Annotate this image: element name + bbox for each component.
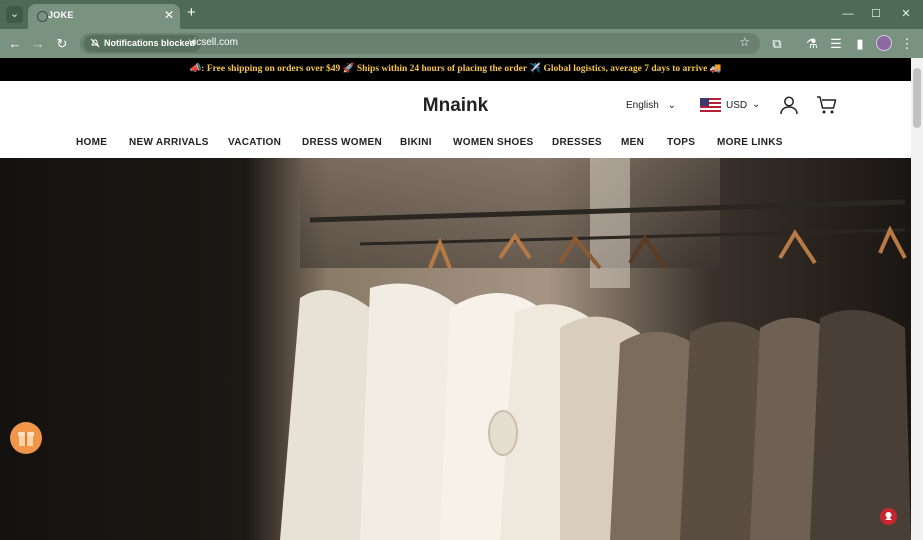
chevron-down-icon: ⌄	[9, 8, 20, 20]
window-close-icon[interactable]: ✕	[898, 6, 914, 22]
chevron-down-icon: ⌄	[667, 100, 676, 111]
arrow-right-icon[interactable]: →	[29, 35, 47, 53]
language-selector[interactable]: English ⌄	[626, 100, 676, 111]
currency-label: USD	[726, 100, 748, 111]
cart-icon[interactable]	[816, 95, 838, 115]
tab-favicon-icon	[37, 11, 48, 22]
site-header: Mnaink English ⌄ USD ⌄	[0, 81, 911, 131]
main-nav: HOME NEW ARRIVALS VACATION DRESS WOMEN B…	[0, 133, 911, 157]
browser-toolbar: ← → ↻ Notifications blocked vicsell.com …	[0, 29, 923, 58]
close-icon[interactable]: ✕	[164, 8, 174, 22]
gift-icon	[18, 432, 34, 446]
profile-avatar[interactable]	[876, 35, 892, 51]
arrow-left-icon[interactable]: ←	[6, 35, 24, 53]
scrollbar-thumb[interactable]	[913, 68, 921, 128]
tab-strip: ⌄ JOKE ✕ + — ☐ ✕	[0, 0, 923, 29]
us-flag-icon	[700, 98, 721, 112]
tab-active[interactable]: JOKE ✕	[28, 4, 180, 29]
notifications-chip-label: Notifications blocked	[104, 38, 196, 48]
new-tab-button[interactable]: +	[187, 4, 196, 21]
web-page: 📣: Free shipping on orders over $49 🚀 Sh…	[0, 58, 911, 540]
list-icon[interactable]: ☰	[827, 35, 845, 53]
bell-off-icon	[90, 38, 100, 48]
nav-new-arrivals[interactable]: NEW ARRIVALS	[129, 137, 209, 148]
puzzle-icon[interactable]: ⧉	[768, 35, 786, 53]
nav-dresses[interactable]: DRESSES	[552, 137, 602, 148]
tab-title: JOKE	[48, 10, 74, 20]
nav-more-links[interactable]: MORE LINKS	[717, 137, 783, 148]
language-label: English	[626, 100, 659, 111]
user-icon[interactable]	[779, 95, 799, 115]
star-icon[interactable]: ☆	[739, 35, 750, 49]
reload-icon[interactable]: ↻	[53, 35, 71, 53]
store-logo[interactable]: Mnaink	[0, 95, 911, 117]
nav-women-shoes[interactable]: WOMEN SHOES	[453, 137, 534, 148]
nav-bikini[interactable]: BIKINI	[400, 137, 432, 148]
notifications-chip[interactable]: Notifications blocked	[84, 35, 202, 52]
maximize-icon[interactable]: ☐	[868, 6, 884, 22]
nav-vacation[interactable]: VACATION	[228, 137, 281, 148]
nav-men[interactable]: MEN	[621, 137, 644, 148]
browser-chrome: ⌄ JOKE ✕ + — ☐ ✕ ← → ↻ Notifications blo…	[0, 0, 923, 58]
nav-dress-women[interactable]: DRESS WOMEN	[302, 137, 382, 148]
url-text[interactable]: vicsell.com	[189, 37, 238, 48]
nav-tops[interactable]: TOPS	[667, 137, 695, 148]
tab-search-button[interactable]: ⌄	[6, 6, 23, 23]
gift-button[interactable]	[10, 422, 42, 454]
address-bar[interactable]: Notifications blocked vicsell.com ☆	[80, 33, 760, 54]
minimize-icon[interactable]: —	[840, 6, 856, 22]
flask-icon[interactable]: ⚗	[803, 35, 821, 53]
side-panel-icon[interactable]: ▮	[851, 35, 869, 53]
chevron-down-icon: ⌄	[752, 99, 761, 110]
chat-button[interactable]	[880, 508, 897, 525]
announcement-bar: 📣: Free shipping on orders over $49 🚀 Sh…	[0, 58, 911, 81]
chat-icon	[885, 512, 892, 520]
hero-banner[interactable]	[0, 158, 911, 540]
nav-home[interactable]: HOME	[76, 137, 107, 148]
hero-image-dresses-on-rack	[0, 158, 911, 540]
page-scrollbar[interactable]	[911, 58, 923, 540]
kebab-menu-icon[interactable]: ⋮	[898, 35, 916, 53]
